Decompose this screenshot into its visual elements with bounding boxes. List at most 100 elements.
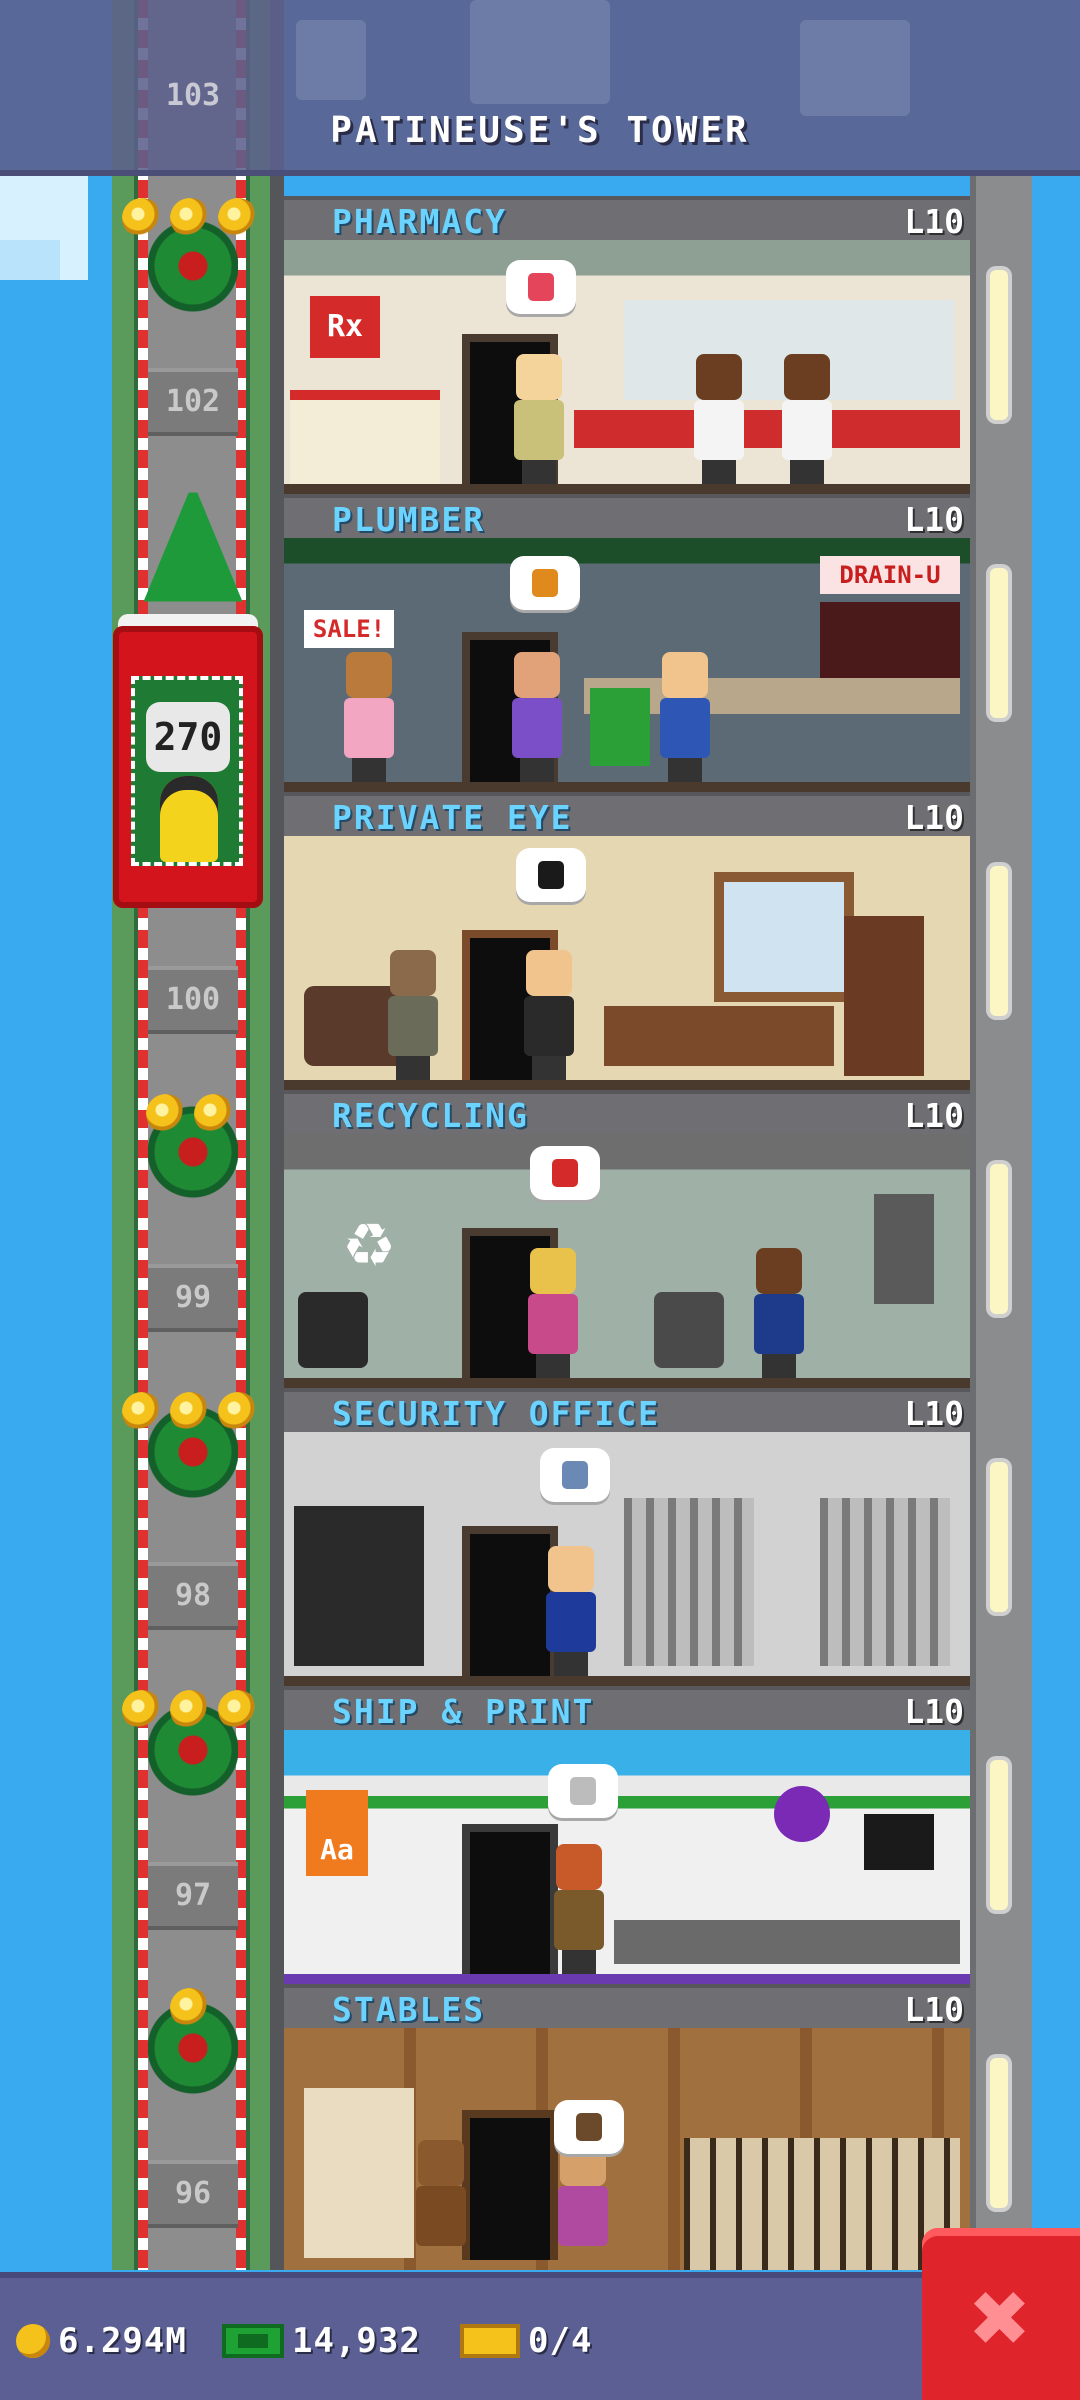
floor-name: PRIVATE EYE <box>332 798 573 837</box>
floor-interior: ♻ <box>284 1134 970 1388</box>
visitor-request-bubble[interactable] <box>530 1146 600 1200</box>
floor-interior <box>284 836 970 1090</box>
floor-name: RECYCLING <box>332 1096 529 1135</box>
coin-icon <box>16 2324 50 2358</box>
status-bar: 6.294M 14,932 0/4 <box>0 2272 1080 2400</box>
recycling-symbol-icon: ♻ <box>344 1192 394 1285</box>
building-window <box>990 1164 1008 1314</box>
worker[interactable] <box>750 1248 808 1378</box>
golden-ticket-icon <box>460 2324 520 2358</box>
building-window <box>990 270 1008 420</box>
floor-interior <box>284 1432 970 1686</box>
floor-level: L10 <box>904 500 964 539</box>
pharmacy-counter <box>574 410 960 448</box>
elevator-passenger[interactable] <box>160 776 218 862</box>
visitor-request-bubble[interactable] <box>516 848 586 902</box>
shaft-floor-number: 97 <box>148 1862 238 1930</box>
worker[interactable] <box>384 950 442 1080</box>
floor-interior: Aa <box>284 1730 970 1984</box>
trash-bin <box>298 1292 368 1368</box>
security-monitors <box>294 1506 424 1666</box>
building-window <box>990 2058 1008 2208</box>
worker[interactable] <box>690 354 748 484</box>
star-icon <box>122 1690 162 1730</box>
jail-cell <box>820 1498 950 1666</box>
recycling-machine <box>874 1194 934 1304</box>
star-icon <box>170 1690 210 1730</box>
horse[interactable] <box>412 2140 470 2270</box>
worker[interactable] <box>550 1844 608 1974</box>
coins-stat: 6.294M <box>16 2318 187 2364</box>
floor-base <box>284 484 970 494</box>
shaft-floor-number: 103 <box>165 78 221 113</box>
visitor[interactable] <box>542 1546 600 1676</box>
visitor-request-bubble[interactable] <box>510 556 580 610</box>
visitor[interactable] <box>554 2140 612 2270</box>
building-window <box>990 1462 1008 1612</box>
star-icon <box>170 1988 210 2028</box>
tickets-value: 0/4 <box>528 2321 593 2361</box>
star-icon <box>122 1392 162 1432</box>
tower-header: 103 PATINEUSE'S TOWER <box>0 0 1080 176</box>
floor-security-office[interactable]: SECURITY OFFICE L10 <box>284 1388 970 1686</box>
floor-name: STABLES <box>332 1990 486 2029</box>
star-icon <box>170 198 210 238</box>
floor-header: PLUMBER L10 <box>284 494 970 539</box>
visitor[interactable] <box>510 354 568 484</box>
floor-level: L10 <box>904 1990 964 2029</box>
star-icon <box>194 1094 234 1134</box>
close-button[interactable]: ✖ <box>922 2228 1080 2400</box>
worker[interactable] <box>778 354 836 484</box>
floor-name: PLUMBER <box>332 500 486 539</box>
visitor[interactable] <box>524 1248 582 1378</box>
visitor[interactable] <box>508 652 566 782</box>
floor-name: SHIP & PRINT <box>332 1692 595 1731</box>
floor-recycling[interactable]: RECYCLING L10 ♻ <box>284 1090 970 1388</box>
visitor[interactable] <box>520 950 578 1080</box>
elevator-number: 270 <box>146 702 230 772</box>
bookshelf <box>844 916 924 1076</box>
star-icon <box>218 1392 258 1432</box>
floor-name: PHARMACY <box>332 202 507 241</box>
floor-private-eye[interactable]: PRIVATE EYE L10 <box>284 792 970 1090</box>
floor-stables[interactable]: STABLES L10 <box>284 1984 970 2282</box>
star-icon <box>218 1690 258 1730</box>
visitor-request-bubble[interactable] <box>540 1448 610 1502</box>
store-sign: DRAIN-U <box>820 556 960 594</box>
floor-base <box>284 1378 970 1388</box>
tower-bux-icon <box>222 2324 284 2358</box>
download-icon <box>774 1786 830 1842</box>
floor-ship-and-print[interactable]: SHIP & PRINT L10 Aa <box>284 1686 970 1984</box>
floor-base <box>284 782 970 792</box>
coins-value: 6.294M <box>58 2321 187 2361</box>
visitor[interactable] <box>340 652 398 782</box>
glasses-display <box>800 20 910 116</box>
display-board <box>864 1814 934 1870</box>
star-icon <box>146 1094 186 1134</box>
worker[interactable] <box>656 652 714 782</box>
floor-header: PHARMACY L10 <box>284 196 970 241</box>
trash-bin <box>654 1292 724 1368</box>
floor-header: PRIVATE EYE L10 <box>284 792 970 837</box>
eye-chart <box>296 20 366 100</box>
floor-level: L10 <box>904 202 964 241</box>
star-icon <box>218 198 258 238</box>
building-edge <box>270 0 284 2270</box>
floor-interior: SALE! DRAIN-U <box>284 538 970 792</box>
shaft-floor-number: 100 <box>148 966 238 1034</box>
floor-base <box>284 1080 970 1090</box>
floor-plumber[interactable]: PLUMBER L10 SALE! DRAIN-U <box>284 494 970 792</box>
floor-pharmacy[interactable]: PHARMACY L10 Rx <box>284 196 970 494</box>
detective-desk <box>604 1006 834 1066</box>
shaft-floor-number: 99 <box>148 1264 238 1332</box>
floor-interior <box>284 2028 970 2270</box>
bux-value: 14,932 <box>292 2321 421 2361</box>
horse-stalls <box>684 2138 960 2270</box>
star-icon <box>170 1392 210 1432</box>
shaft-edge <box>250 0 272 2270</box>
visitor-request-bubble[interactable] <box>548 1764 618 1818</box>
star-icon <box>122 198 162 238</box>
visitor-request-bubble[interactable] <box>554 2100 624 2154</box>
visitor-request-bubble[interactable] <box>506 260 576 314</box>
floor-level: L10 <box>904 798 964 837</box>
